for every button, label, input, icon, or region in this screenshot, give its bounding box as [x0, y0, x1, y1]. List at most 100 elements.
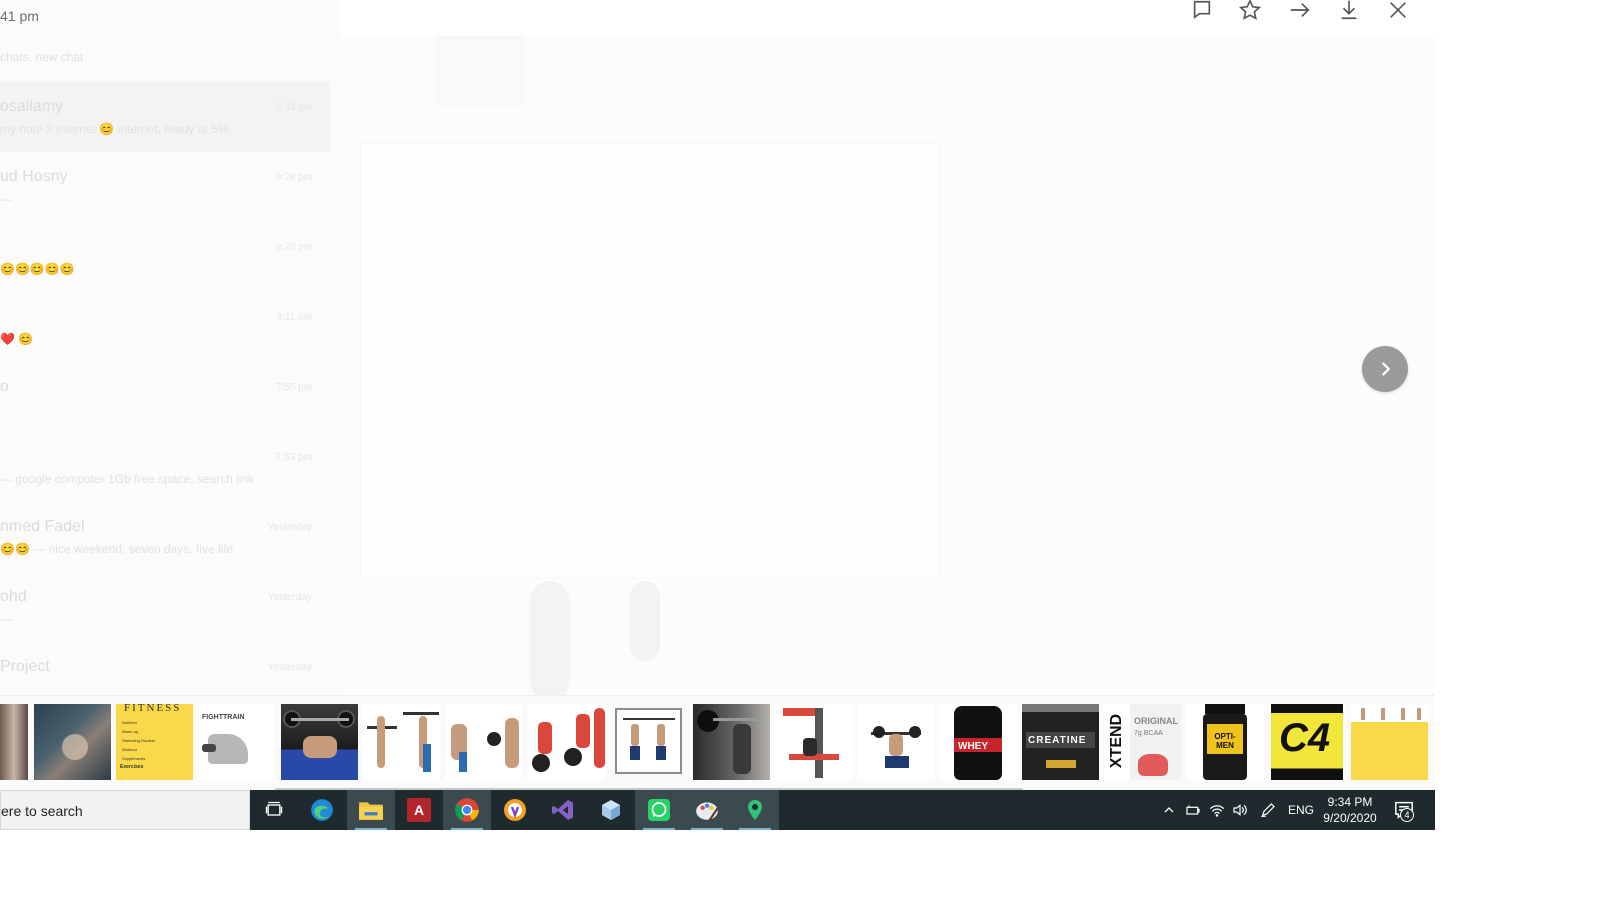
chat-time: 9:33 pm: [275, 102, 312, 113]
product-sub2: 7g BCAA: [1134, 730, 1163, 737]
star-icon[interactable]: [1238, 0, 1262, 20]
close-icon[interactable]: [1386, 0, 1410, 20]
chat-preview: — google computer 1Gb free space, search…: [0, 472, 255, 486]
chat-list-header: chats, new chat: [0, 50, 84, 64]
clock[interactable]: 9:34 PM 9/20/2020: [1318, 794, 1382, 826]
thumb-incline-press-diagram[interactable]: FIGHTTRAIN: [198, 704, 275, 780]
chat-time: 7:55 pm: [275, 382, 312, 393]
thumb-whey[interactable]: WHEY: [940, 704, 1017, 780]
thumb-c4[interactable]: C4: [1269, 704, 1346, 780]
chat-name: Project: [0, 658, 50, 675]
chevron-right-icon: [1381, 362, 1391, 376]
thumb-barbell-curl[interactable]: [363, 704, 440, 780]
chevron-up-icon: [1164, 807, 1174, 813]
thumb-deadlift[interactable]: [528, 704, 605, 780]
battery-icon: [1186, 805, 1200, 815]
chat-name: ohd: [0, 588, 27, 605]
file-explorer-button[interactable]: [347, 790, 395, 830]
maps-icon: [748, 800, 762, 820]
chat-preview: —: [0, 612, 12, 626]
pen-workspace-button[interactable]: [1256, 790, 1280, 830]
chat-preview: ❤️ 😊: [0, 332, 34, 346]
3d-viewer-button[interactable]: [587, 790, 635, 830]
chat-time: Yesterday: [267, 662, 312, 673]
reply-icon[interactable]: [1190, 0, 1214, 20]
next-image-button[interactable]: [1362, 346, 1408, 392]
3d-box-icon: [602, 800, 620, 820]
search-placeholder: ere to search: [1, 803, 83, 819]
thumb-barbell-squat-photo[interactable]: [693, 704, 770, 780]
product-label: XTEND: [1108, 713, 1126, 769]
vpn-button[interactable]: [491, 790, 539, 830]
thumb-leg-machine[interactable]: [775, 704, 852, 780]
wifi-button[interactable]: [1206, 790, 1228, 830]
chat-time: Yesterday: [267, 522, 312, 533]
clock-date: 9/20/2020: [1323, 811, 1377, 825]
thumb-gym-people[interactable]: [0, 704, 28, 780]
thumb-bench-press[interactable]: [281, 704, 358, 780]
chat-preview: 😊😊😊😊😊: [0, 262, 75, 276]
download-icon[interactable]: [1337, 0, 1361, 20]
thumb-lifting-hands[interactable]: [34, 704, 111, 780]
wifi-icon: [1209, 805, 1225, 817]
flyer-line: Stretching Routine: [122, 738, 155, 743]
chat-name: o: [0, 378, 9, 395]
chat-name: ud Hosny: [0, 168, 68, 185]
flyer-line: Nutrition: [122, 720, 137, 725]
chat-list-item[interactable]: ohd — Yesterday: [0, 572, 330, 642]
product-label: WHEY: [958, 741, 988, 752]
chat-list-item[interactable]: — google computer 1Gb free space, search…: [0, 432, 330, 502]
product-sub: ORIGINAL: [1134, 716, 1178, 726]
chrome-icon: [455, 798, 479, 822]
product-label: OPTI-MEN: [1214, 732, 1236, 750]
language-indicator[interactable]: ENG: [1286, 790, 1316, 830]
task-view-button[interactable]: [250, 790, 298, 830]
chat-time: 9:28 pm: [275, 172, 312, 183]
access-button[interactable]: A: [395, 790, 443, 830]
chat-preview: 😊😊 — nice weekend, seven days, five life: [0, 542, 234, 556]
desktop-margin-bottom: [0, 830, 1600, 900]
paint-icon: [696, 802, 719, 822]
chat-time: 7:53 pm: [275, 452, 312, 463]
chat-list-item[interactable]: o 7:55 pm: [0, 362, 330, 432]
paint-button[interactable]: [683, 790, 731, 830]
chat-list-item[interactable]: nmed Fadel 😊😊 — nice weekend, seven days,…: [0, 502, 330, 572]
thumb-fitness-flyer[interactable]: FITNESS Nutrition Warm up Stretching Routi…: [116, 704, 193, 780]
media-image-area: [360, 143, 940, 578]
thumb-creatine[interactable]: CREATINE: [1022, 704, 1099, 780]
chat-time: Yesterday: [267, 592, 312, 603]
flyer-line: Workout: [122, 747, 137, 752]
desktop-margin-right: [1435, 0, 1600, 900]
chat-list-item[interactable]: ud Hosny — 9:28 pm: [0, 152, 330, 222]
thumb-lunge[interactable]: [857, 704, 934, 780]
chat-list-item[interactable]: 😊😊😊😊😊 9:20 pm: [0, 222, 330, 292]
chat-name: nmed Fadel: [0, 518, 85, 535]
taskbar-search-box[interactable]: ere to search: [0, 790, 250, 830]
chat-preview: —: [0, 192, 12, 206]
forward-icon[interactable]: [1288, 0, 1312, 20]
whatsapp-button[interactable]: [635, 790, 683, 830]
thumb-workout-chart[interactable]: [1351, 704, 1428, 780]
maps-button[interactable]: [731, 790, 779, 830]
thumb-opti-men[interactable]: OPTI-MEN: [1187, 704, 1264, 780]
volume-button[interactable]: [1229, 790, 1251, 830]
chat-list-item[interactable]: ❤️ 😊 9:11 pm: [0, 292, 330, 362]
notification-count: 4: [1404, 810, 1410, 820]
thumb-pull-up[interactable]: [615, 708, 682, 774]
thumb-xtend-bcaa[interactable]: XTEND ORIGINAL 7g BCAA: [1104, 704, 1181, 780]
access-icon: A: [407, 798, 431, 822]
edge-button[interactable]: [298, 790, 346, 830]
clock-time: 9:34 PM: [1327, 795, 1373, 809]
visual-studio-button[interactable]: [539, 790, 587, 830]
diagram-label: FIGHTTRAIN: [202, 714, 245, 721]
chat-time: 9:20 pm: [275, 242, 312, 253]
speaker-icon: [1233, 804, 1247, 816]
show-hidden-icons-button[interactable]: [1158, 790, 1180, 830]
thumbnail-strip[interactable]: FITNESS Nutrition Warm up Stretching Routi…: [0, 695, 1435, 791]
background-chat-list: 41 pm chats, new chat osallamy my note 2 …: [0, 0, 340, 695]
windows-taskbar: ere to search A ENG 9:34 PM 9/20/2020: [0, 790, 1435, 830]
chat-list-item[interactable]: osallamy my note 2 internet 😊 internet, r…: [0, 82, 330, 152]
thumb-dumbbell-row[interactable]: [445, 704, 522, 780]
battery-button[interactable]: [1182, 790, 1204, 830]
chrome-button[interactable]: [443, 790, 491, 830]
